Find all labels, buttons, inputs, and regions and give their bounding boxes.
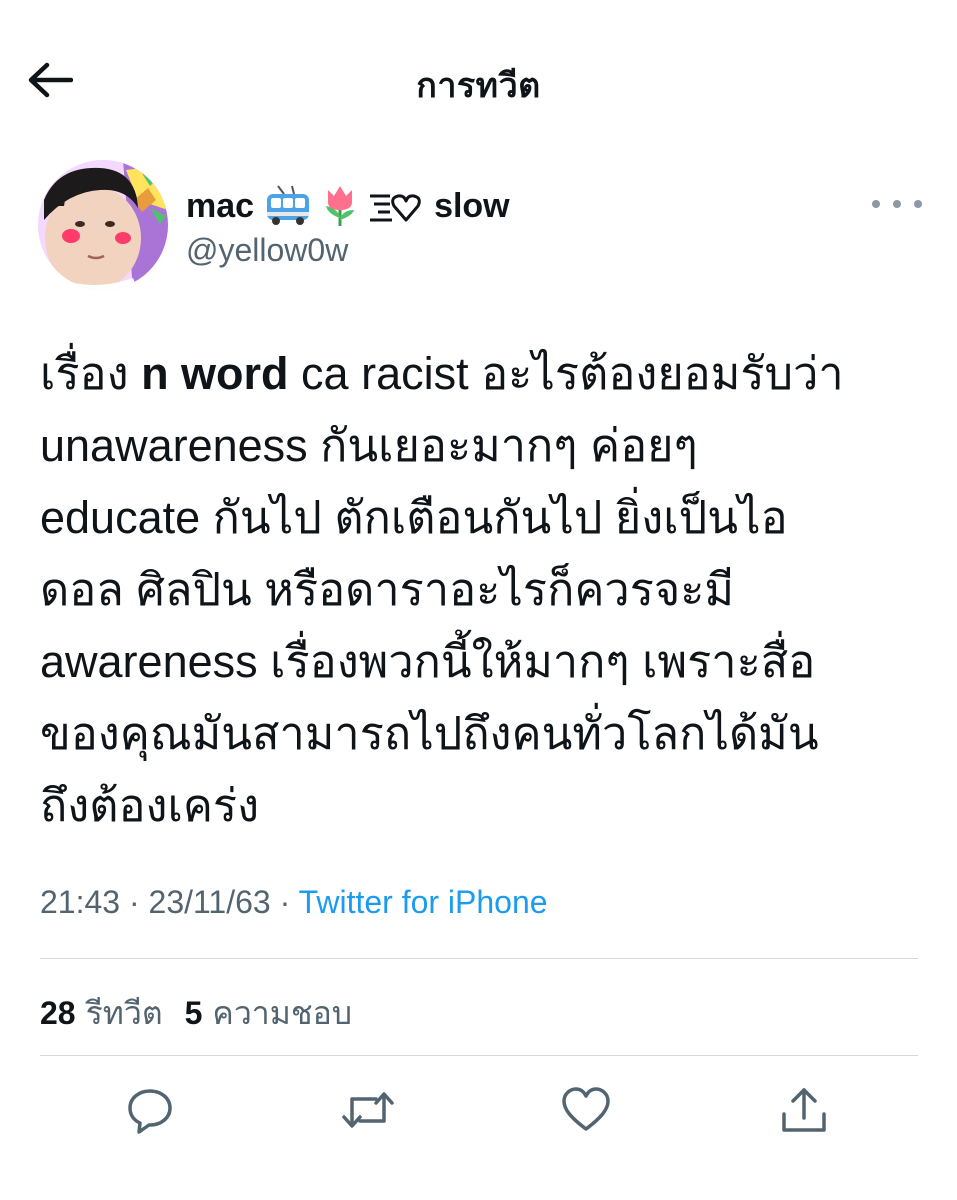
more-dot-icon <box>893 200 901 208</box>
tweet-time: 21:43 <box>40 884 121 920</box>
likes-stat[interactable]: 5 ความชอบ <box>185 988 352 1039</box>
tweet-bold-phrase: n word <box>141 348 289 399</box>
retweets-label: รีทวีต <box>85 995 163 1031</box>
action-bar <box>0 1080 957 1150</box>
page-title: การทวีต <box>416 67 541 105</box>
tweet-source-link[interactable]: Twitter for iPhone <box>299 884 548 920</box>
display-name-prefix: mac <box>186 186 255 225</box>
tweet-text-segment: เรื่อง <box>40 348 142 399</box>
tweet-line: awareness เรื่องพวกนี้ให้มากๆ เพราะสื่อ <box>40 636 816 687</box>
likes-count: 5 <box>184 995 203 1031</box>
name-emojis <box>264 184 424 228</box>
tweet-line: unawareness กันเยอะมากๆ ค่อยๆ <box>40 420 698 471</box>
retweets-count: 28 <box>40 995 76 1031</box>
tweet-line: ดอล ศิลปิน หรือดาราอะไรก็ควรจะมี <box>40 564 735 615</box>
more-options-button[interactable] <box>872 192 922 216</box>
avatar-image <box>38 160 168 290</box>
tweet-line: เรื่อง n word ca racist อะไรต้องยอมรับว่… <box>40 338 930 410</box>
divider <box>40 958 918 959</box>
avatar[interactable] <box>38 160 168 290</box>
divider <box>40 1055 918 1056</box>
author-block: mac slow @yellow0w <box>186 184 510 269</box>
tweet-line: ถึงต้องเคร่ง <box>40 780 260 831</box>
tweet-line: ของคุณมันสามารถไปถึงคนทั่วโลกได้มัน <box>40 708 819 759</box>
tweet-date: 23/11/63 <box>148 884 271 920</box>
meta-separator: · <box>279 884 291 920</box>
display-name-suffix: slow <box>434 186 510 225</box>
meta-separator: · <box>128 884 140 920</box>
user-handle[interactable]: @yellow0w <box>186 232 510 269</box>
tweet-line: educate กันไป ตักเตือนกันไป ยิ่งเป็นไอ <box>40 492 788 543</box>
more-dot-icon <box>872 200 880 208</box>
tweet-meta: 21:43 · 23/11/63 · Twitter for iPhone <box>40 884 548 921</box>
tweet-text: เรื่อง n word ca racist อะไรต้องยอมรับว่… <box>40 338 930 842</box>
tweet-text-segment: ca racist อะไรต้องยอมรับว่า <box>288 348 844 399</box>
tweet-stats: 28 รีทวีต 5 ความชอบ <box>40 988 352 1039</box>
retweet-icon <box>342 1092 394 1128</box>
more-dot-icon <box>914 200 922 208</box>
share-icon <box>782 1088 826 1132</box>
top-bar: การทวีต <box>0 0 957 160</box>
like-button[interactable] <box>556 1080 616 1140</box>
speed-heart-emoji <box>370 194 421 222</box>
retweets-stat[interactable]: 28 รีทวีต <box>40 988 163 1039</box>
display-name[interactable]: mac slow <box>186 184 510 228</box>
share-button[interactable] <box>774 1080 834 1140</box>
like-icon <box>562 1087 610 1131</box>
tulip-emoji <box>326 186 355 226</box>
trolleybus-emoji <box>267 185 310 225</box>
retweet-button[interactable] <box>338 1080 398 1140</box>
reply-icon <box>128 1089 172 1134</box>
likes-label: ความชอบ <box>212 995 353 1031</box>
reply-button[interactable] <box>120 1080 180 1140</box>
